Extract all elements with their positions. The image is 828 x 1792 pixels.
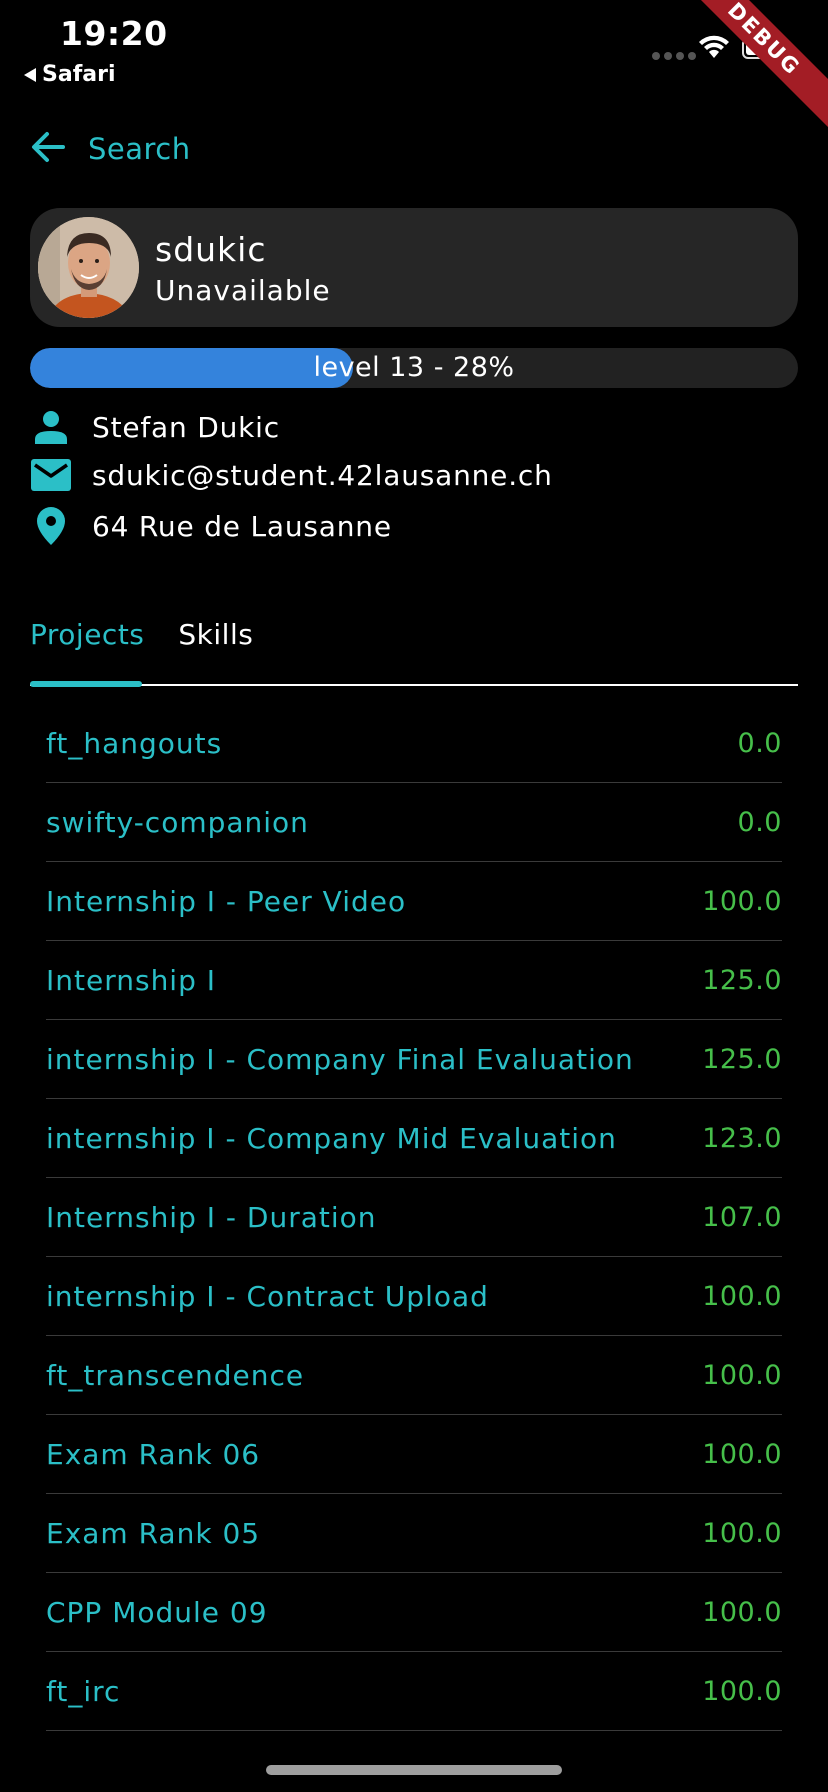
project-mark: 100.0 — [702, 1438, 782, 1470]
project-row[interactable]: Exam Rank 05 100.0 — [46, 1494, 782, 1573]
location-pin-icon — [30, 506, 72, 546]
project-name: swifty-companion — [46, 805, 309, 839]
project-mark: 0.0 — [737, 727, 782, 759]
full-name: Stefan Dukic — [92, 410, 280, 444]
project-name: Exam Rank 05 — [46, 1516, 261, 1550]
project-mark: 100.0 — [702, 1596, 782, 1628]
address: 64 Rue de Lausanne — [92, 509, 392, 543]
project-row[interactable]: ft_irc 100.0 — [46, 1652, 782, 1731]
project-name: ft_transcendence — [46, 1358, 305, 1392]
profile-card: sdukic Unavailable — [30, 208, 798, 327]
project-mark: 125.0 — [702, 1043, 782, 1075]
status-time: 19:20 — [60, 14, 168, 53]
email-address: sdukic@student.42lausanne.ch — [92, 458, 553, 492]
app-bar-title: Search — [88, 132, 191, 166]
project-mark: 100.0 — [702, 1517, 782, 1549]
info-name-row: Stefan Dukic — [30, 410, 280, 444]
project-mark: 100.0 — [702, 1359, 782, 1391]
back-to-safari[interactable]: Safari — [24, 62, 116, 87]
project-row[interactable]: internship I - Company Final Evaluation 1… — [46, 1020, 782, 1099]
tab-skills[interactable]: Skills — [178, 618, 253, 651]
project-name: Internship I - Duration — [46, 1200, 377, 1234]
profile-login: sdukic — [155, 230, 267, 269]
project-mark: 125.0 — [702, 964, 782, 996]
project-mark: 100.0 — [702, 1675, 782, 1707]
info-email-row: sdukic@student.42lausanne.ch — [30, 458, 553, 492]
level-progress-bar: level 13 - 28% — [30, 348, 798, 388]
projects-list: ft_hangouts 0.0 swifty-companion 0.0 Interns… — [46, 704, 782, 1731]
project-name: Exam Rank 06 — [46, 1437, 261, 1471]
tab-bar: Projects Skills — [30, 618, 253, 651]
project-row[interactable]: Exam Rank 06 100.0 — [46, 1415, 782, 1494]
back-triangle-icon — [24, 67, 36, 82]
project-row[interactable]: internship I - Company Mid Evaluation 123… — [46, 1099, 782, 1178]
project-name: ft_irc — [46, 1674, 121, 1708]
project-mark: 107.0 — [702, 1201, 782, 1233]
project-name: CPP Module 09 — [46, 1595, 268, 1629]
level-label: level 13 - 28% — [313, 352, 515, 383]
project-name: internship I - Company Mid Evaluation — [46, 1121, 617, 1155]
project-row[interactable]: Internship I - Peer Video 100.0 — [46, 862, 782, 941]
tab-projects[interactable]: Projects — [30, 618, 144, 651]
cellular-signal-icon — [652, 52, 696, 60]
project-mark: 123.0 — [702, 1122, 782, 1154]
app-bar: Search — [30, 130, 191, 168]
project-name: Internship I — [46, 963, 217, 997]
profile-status: Unavailable — [155, 274, 331, 307]
mail-icon — [30, 458, 72, 492]
back-arrow-icon[interactable] — [30, 130, 66, 168]
tab-divider — [30, 684, 798, 686]
info-address-row: 64 Rue de Lausanne — [30, 506, 392, 546]
project-mark: 100.0 — [702, 1280, 782, 1312]
project-mark: 0.0 — [737, 806, 782, 838]
project-row[interactable]: CPP Module 09 100.0 — [46, 1573, 782, 1652]
tab-active-indicator — [30, 681, 142, 687]
project-name: internship I - Contract Upload — [46, 1279, 489, 1313]
project-row[interactable]: swifty-companion 0.0 — [46, 783, 782, 862]
project-row[interactable]: internship I - Contract Upload 100.0 — [46, 1257, 782, 1336]
project-row[interactable]: ft_transcendence 100.0 — [46, 1336, 782, 1415]
home-indicator[interactable] — [266, 1765, 562, 1775]
wifi-icon — [697, 34, 731, 64]
project-name: internship I - Company Final Evaluation — [46, 1042, 634, 1076]
avatar — [38, 217, 139, 318]
project-name: ft_hangouts — [46, 726, 223, 760]
project-row[interactable]: ft_hangouts 0.0 — [46, 704, 782, 783]
project-row[interactable]: Internship I - Duration 107.0 — [46, 1178, 782, 1257]
back-app-label: Safari — [42, 62, 116, 87]
person-icon — [30, 410, 72, 444]
project-name: Internship I - Peer Video — [46, 884, 407, 918]
project-mark: 100.0 — [702, 885, 782, 917]
debug-banner: DEBUG — [667, 0, 828, 136]
project-row[interactable]: Internship I 125.0 — [46, 941, 782, 1020]
